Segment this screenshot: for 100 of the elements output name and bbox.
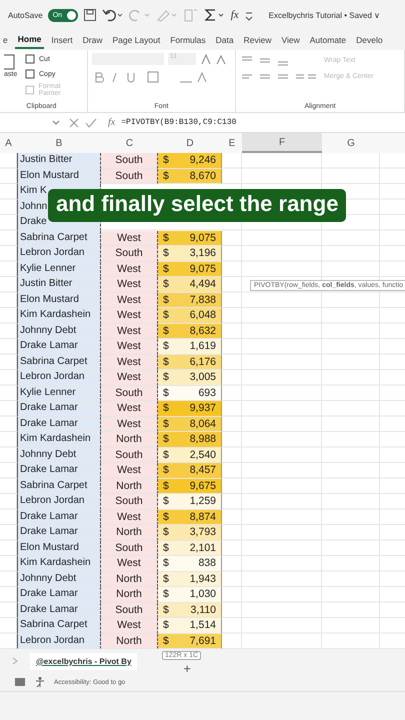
ribbon-tab[interactable]: Page Layout xyxy=(109,32,164,48)
table-cell: $ 8,670 xyxy=(158,168,222,184)
table-cell: $ 1,619 xyxy=(158,339,222,354)
table-cell: West xyxy=(101,401,158,416)
caret-icon[interactable] xyxy=(52,120,60,126)
table-cell: $ 9,075 xyxy=(158,262,222,277)
add-sheet-button[interactable]: + xyxy=(181,662,193,674)
table-cell: Lebron Jordan xyxy=(17,370,101,386)
table-cell: Drake Lamar xyxy=(17,401,101,416)
table-cell: $ 8,064 xyxy=(158,416,222,432)
table-cell: Drake Lamar xyxy=(17,525,101,540)
table-cell: Lebron Jordan xyxy=(17,634,101,649)
document-title[interactable]: Excelbychris Tutorial • Saved ∨ xyxy=(268,10,380,20)
column-header[interactable]: F xyxy=(242,133,322,153)
table-cell: $ 1,259 xyxy=(158,494,222,510)
table-cell: Justin Bitter xyxy=(17,153,101,168)
table-cell: Kim Kardashein xyxy=(17,308,101,324)
table-cell: West xyxy=(101,324,158,339)
table-cell: $ 4,494 xyxy=(158,277,222,292)
function-icon[interactable]: fx xyxy=(230,9,239,21)
ribbon-tab[interactable]: Data xyxy=(212,32,237,48)
table-cell: South xyxy=(101,448,158,463)
column-header[interactable]: C xyxy=(101,133,158,153)
table-cell: $ 7,691 xyxy=(158,634,222,649)
clipboard-action-icon xyxy=(24,53,36,65)
table-cell: $ 6,176 xyxy=(158,354,222,370)
column-header[interactable]: E xyxy=(222,133,242,153)
table-cell: $ 3,110 xyxy=(158,602,222,618)
sheet-tab[interactable]: @excelbychris - Pivot By xyxy=(30,652,138,670)
table-cell: Kylie Lenner xyxy=(17,386,101,401)
insert-function-button[interactable]: fx xyxy=(108,117,116,128)
ribbon-tab[interactable]: Insert xyxy=(48,32,76,48)
table-cell: Elon Mustard xyxy=(17,292,101,308)
table-cell: Sabrina Carpet xyxy=(17,230,101,246)
table-cell: West xyxy=(101,416,158,432)
ribbon-tab[interactable]: View xyxy=(278,32,303,48)
table-cell: $ 8,457 xyxy=(158,463,222,478)
table-cell: North xyxy=(101,587,158,602)
accessibility-icon[interactable] xyxy=(34,676,46,688)
column-header[interactable]: B xyxy=(17,133,101,153)
table-cell: $ 9,246 xyxy=(158,153,222,168)
table-cell: Johnny Debt xyxy=(17,324,101,339)
macro-icon[interactable] xyxy=(14,677,26,687)
table-cell: Sabrina Carpet xyxy=(17,478,101,494)
table-cell: Kim Kardashein xyxy=(17,432,101,448)
ribbon-tab[interactable]: Review xyxy=(240,32,274,48)
table-cell: Lebron Jordan xyxy=(17,494,101,510)
table-cell: $ 9,937 xyxy=(158,401,222,416)
column-header[interactable]: D xyxy=(158,133,222,153)
table-cell: South xyxy=(101,168,158,184)
table-cell: $ 2,101 xyxy=(158,540,222,556)
table-cell: Drake Lamar xyxy=(17,587,101,602)
table-cell: $ 8,632 xyxy=(158,324,222,339)
table-cell: South xyxy=(101,494,158,510)
formula-field[interactable]: =PIVOTBY(B9:B130,C9:C130 xyxy=(121,118,236,127)
table-cell: Justin Bitter xyxy=(17,277,101,292)
table-cell: Sabrina Carpet xyxy=(17,618,101,634)
table-cell: $ 8,874 xyxy=(158,510,222,525)
table-cell: South xyxy=(101,153,158,168)
table-cell: Elon Mustard xyxy=(17,168,101,184)
table-cell: West xyxy=(101,354,158,370)
table-cell: Drake Lamar xyxy=(17,463,101,478)
table-cell: $ 3,793 xyxy=(158,525,222,540)
sum-icon[interactable] xyxy=(204,8,226,22)
table-cell: West xyxy=(101,262,158,277)
table-cell: $ 2,540 xyxy=(158,448,222,463)
table-cell: West xyxy=(101,556,158,572)
ribbon-tab[interactable]: Develo xyxy=(353,32,386,48)
ribbon-tab[interactable]: Draw xyxy=(80,32,106,48)
table-cell: North xyxy=(101,432,158,448)
table-cell: North xyxy=(101,478,158,494)
column-header[interactable]: A xyxy=(0,133,17,153)
table-cell: North xyxy=(101,634,158,649)
column-header[interactable]: G xyxy=(322,133,380,153)
table-cell: $ 1,514 xyxy=(158,618,222,634)
table-cell: West xyxy=(101,292,158,308)
table-cell: $ 3,196 xyxy=(158,246,222,262)
ribbon-tab[interactable]: e xyxy=(0,32,11,48)
ribbon-tab[interactable]: Formulas xyxy=(167,32,209,48)
table-cell: $ 8,988 xyxy=(158,432,222,448)
table-cell: South xyxy=(101,246,158,262)
table-cell: West xyxy=(101,510,158,525)
undo-icon[interactable] xyxy=(102,8,124,22)
table-cell: West xyxy=(101,230,158,246)
table-cell: North xyxy=(101,525,158,540)
table-cell: Kim Kardashein xyxy=(17,556,101,572)
table-cell: South xyxy=(101,386,158,401)
ribbon-tab[interactable]: Automate xyxy=(306,32,350,48)
table-cell: Drake Lamar xyxy=(17,416,101,432)
table-cell: North xyxy=(101,572,158,587)
table-cell: West xyxy=(101,618,158,634)
table-cell: $ 838 xyxy=(158,556,222,572)
save-icon[interactable] xyxy=(82,8,97,22)
table-cell: Sabrina Carpet xyxy=(17,354,101,370)
table-cell: South xyxy=(101,602,158,618)
table-cell: South xyxy=(101,540,158,556)
autosave-label: AutoSave xyxy=(8,10,43,20)
scroll-right-icon[interactable] xyxy=(10,656,20,666)
table-cell: West xyxy=(101,308,158,324)
table-cell: Drake Lamar xyxy=(17,510,101,525)
